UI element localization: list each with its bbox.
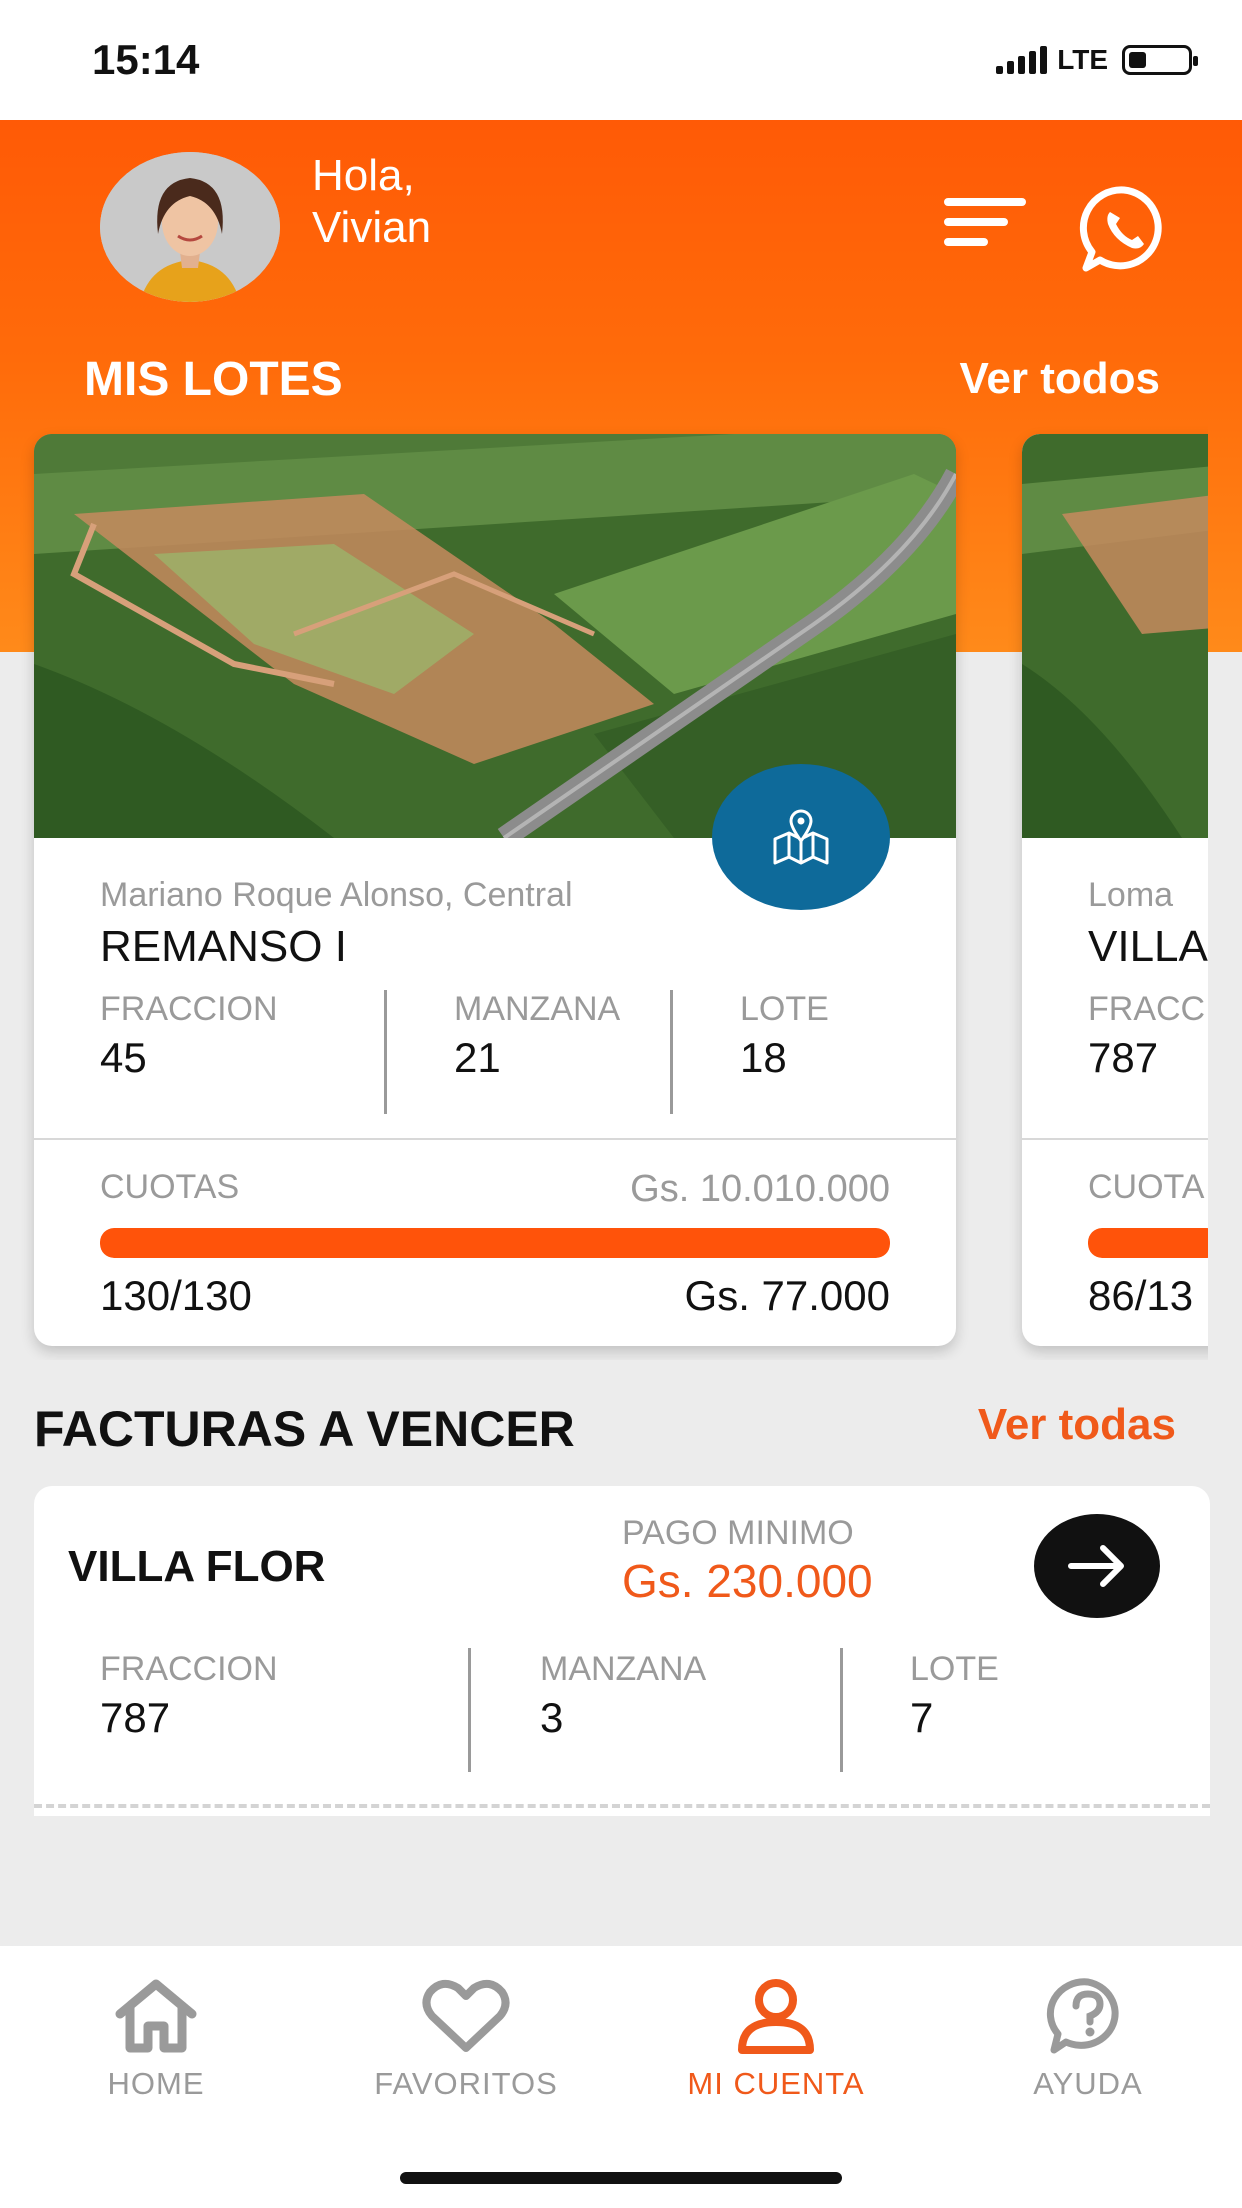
see-all-invoices-link[interactable]: Ver todas (978, 1400, 1176, 1450)
lote-value: 7 (910, 1694, 934, 1741)
tab-mi-cuenta[interactable]: MI CUENTA (656, 1976, 896, 2102)
cuota-amount: Gs. 77.000 (684, 1272, 890, 1319)
arrow-right-icon (1068, 1545, 1124, 1587)
lot-name: REMANSO I (100, 922, 347, 971)
invoices-section-title: FACTURAS A VENCER (34, 1401, 575, 1457)
cuotas-progress-fill (100, 1228, 890, 1258)
manzana-label: MANZANA (540, 1650, 707, 1688)
lote-value: 18 (740, 1034, 787, 1081)
manzana-value: 3 (540, 1694, 564, 1741)
cuotas-count: 86/13 (1088, 1272, 1194, 1319)
invoice-card[interactable]: VILLA FLOR PAGO MINIMO Gs. 230.000 FRACC… (34, 1486, 1210, 1816)
user-icon (738, 1979, 814, 2054)
divider (670, 990, 673, 1114)
lot-card[interactable]: Loma VILLA FRACC 787 CUOTA 86/13 (1022, 434, 1208, 1346)
divider (468, 1648, 471, 1772)
lot-name: VILLA (1088, 922, 1208, 971)
tab-label: HOME (107, 2066, 205, 2101)
lote-label: LOTE (910, 1650, 999, 1688)
cuotas-progress-fill (1088, 1228, 1208, 1258)
lot-location: Loma (1088, 876, 1174, 914)
min-payment-label: PAGO MINIMO (622, 1514, 854, 1552)
dashed-divider (34, 1804, 1210, 1808)
map-button[interactable] (712, 764, 890, 910)
lot-card[interactable]: Mariano Roque Alonso, Central REMANSO I … (34, 434, 956, 1346)
cuotas-total: Gs. 10.010.000 (630, 1168, 890, 1210)
cuotas-label: CUOTA (1088, 1168, 1205, 1206)
fraccion-value: 787 (1088, 1034, 1159, 1081)
cuotas-progress-bar (1088, 1228, 1208, 1258)
tab-label: FAVORITOS (374, 2066, 558, 2101)
tab-label: MI CUENTA (687, 2066, 865, 2101)
tab-favoritos[interactable]: FAVORITOS (346, 1976, 586, 2102)
tab-label: AYUDA (1033, 2066, 1143, 2101)
card-divider (1022, 1138, 1208, 1140)
fraccion-label: FRACCION (100, 1650, 278, 1688)
home-indicator (400, 2172, 842, 2184)
cuotas-count: 130/130 (100, 1272, 252, 1319)
fraccion-value: 45 (100, 1034, 147, 1081)
cuotas-label: CUOTAS (100, 1168, 240, 1206)
lot-aerial-photo (1022, 434, 1208, 838)
divider (840, 1648, 843, 1772)
lots-carousel[interactable]: Mariano Roque Alonso, Central REMANSO I … (0, 0, 1208, 1360)
lote-label: LOTE (740, 990, 829, 1028)
manzana-label: MANZANA (454, 990, 621, 1028)
home-icon (115, 1979, 197, 2053)
heart-icon (422, 1979, 510, 2052)
min-payment-amount: Gs. 230.000 (622, 1555, 873, 1607)
tab-bar: HOME FAVORITOS MI CUENTA AYUDA (0, 1946, 1242, 2208)
tab-home[interactable]: HOME (36, 1976, 276, 2102)
pay-invoice-button[interactable] (1034, 1514, 1160, 1618)
invoice-lot-name: VILLA FLOR (68, 1542, 326, 1591)
fraccion-label: FRACC (1088, 990, 1206, 1028)
manzana-value: 21 (454, 1034, 501, 1081)
tab-ayuda[interactable]: AYUDA (968, 1976, 1208, 2102)
lot-location: Mariano Roque Alonso, Central (100, 876, 573, 914)
map-pin-icon (773, 809, 829, 865)
cuotas-progress-bar (100, 1228, 890, 1258)
fraccion-value: 787 (100, 1694, 171, 1741)
card-divider (34, 1138, 956, 1140)
fraccion-label: FRACCION (100, 990, 278, 1028)
help-icon (1046, 1978, 1119, 2054)
divider (384, 990, 387, 1114)
